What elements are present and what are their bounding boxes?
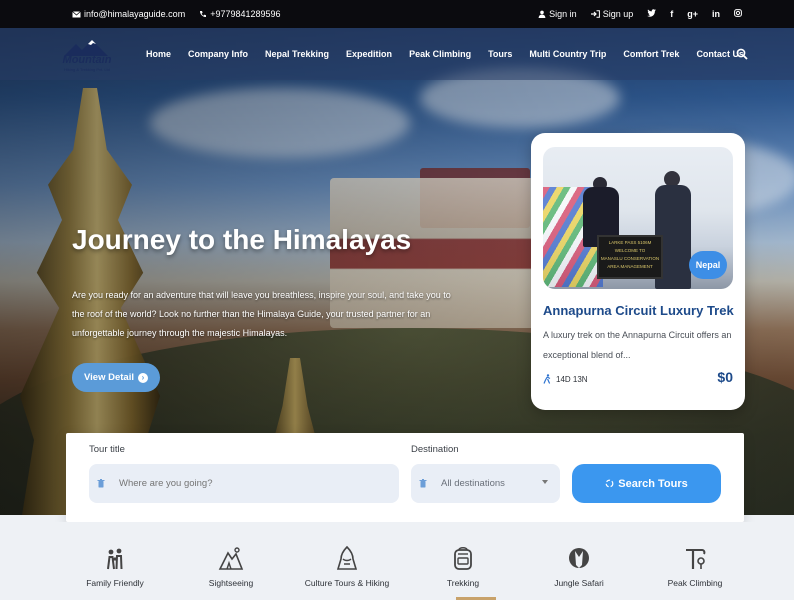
- category-label: Sightseeing: [208, 578, 254, 588]
- user-icon: [538, 10, 546, 18]
- category-peak-climbing[interactable]: Peak Climbing: [635, 522, 755, 600]
- email-text: info@himalayaguide.com: [84, 9, 186, 19]
- tour-description: A luxury trek on the Annapurna Circuit o…: [543, 330, 732, 360]
- sign-line-1: LARKE PASS 5106M: [608, 240, 652, 245]
- search-tours-label: Search Tours: [618, 477, 688, 490]
- nav-expedition[interactable]: Expedition: [346, 49, 392, 59]
- sign-up-label: Sign up: [602, 9, 634, 19]
- nav-peak-climbing[interactable]: Peak Climbing: [409, 49, 471, 59]
- trash-icon: [97, 479, 105, 488]
- phone-link[interactable]: +9779841289596: [199, 9, 281, 19]
- tour-photo: LARKE PASS 5106M WELCOME TO MANASLU CONS…: [543, 147, 733, 289]
- view-detail-button[interactable]: View Detail ›: [72, 363, 160, 392]
- hero-title: Journey to the Himalayas: [72, 224, 412, 255]
- duration-text: 14D 13N: [556, 374, 588, 384]
- nav-company-info[interactable]: Company Info: [188, 49, 248, 59]
- nav-tours[interactable]: Tours: [488, 49, 512, 59]
- category-label: Family Friendly: [86, 578, 144, 588]
- family-icon: [107, 548, 123, 570]
- top-bar-actions: Sign in Sign up f g+ in: [538, 0, 742, 28]
- tour-title-field[interactable]: [89, 464, 399, 503]
- hiker-icon: [543, 374, 551, 384]
- sign-line-4: AREA MANAGEMENT: [607, 264, 653, 269]
- country-badge: Nepal: [689, 251, 727, 279]
- category-sightseeing[interactable]: Sightseeing: [171, 522, 291, 600]
- facebook-icon[interactable]: f: [670, 9, 673, 19]
- nav-comfort-trek[interactable]: Comfort Trek: [623, 49, 679, 59]
- category-label: Culture Tours & Hiking: [304, 578, 390, 588]
- sign-in-label: Sign in: [549, 9, 577, 19]
- nav-home[interactable]: Home: [146, 49, 171, 59]
- logo[interactable]: Mountain Hiking & Trekking Pvt. Ltd: [56, 38, 116, 72]
- category-label: Jungle Safari: [554, 578, 604, 588]
- envelope-icon: [72, 10, 81, 17]
- destination-select[interactable]: All destinations: [411, 464, 560, 503]
- destination-label: Destination: [411, 444, 459, 455]
- spinner-icon: [605, 479, 614, 488]
- category-label: Trekking: [446, 578, 480, 588]
- tour-title[interactable]: Annapurna Circuit Luxury Trek: [543, 303, 738, 318]
- tour-card[interactable]: LARKE PASS 5106M WELCOME TO MANASLU CONS…: [531, 133, 745, 410]
- arrow-right-icon: ›: [138, 372, 148, 383]
- google-plus-icon[interactable]: g+: [687, 9, 698, 19]
- destination-value: All destinations: [441, 478, 505, 489]
- phone-text: +9779841289596: [210, 9, 281, 19]
- top-bar: info@himalayaguide.com +9779841289596 Si…: [0, 0, 794, 28]
- nav-multi-country-trip[interactable]: Multi Country Trip: [529, 49, 606, 59]
- main-menu: Home Company Info Nepal Trekking Expedit…: [146, 28, 761, 80]
- contact-info: info@himalayaguide.com +9779841289596: [72, 0, 281, 28]
- category-jungle-safari[interactable]: Jungle Safari: [519, 522, 639, 600]
- category-family-friendly[interactable]: Family Friendly: [55, 522, 175, 600]
- search-tours-button[interactable]: Search Tours: [572, 464, 721, 503]
- sign-up-link[interactable]: Sign up: [590, 9, 634, 19]
- logo-tagline: Hiking & Trekking Pvt. Ltd: [64, 67, 110, 72]
- sign-up-icon: [590, 10, 600, 18]
- pass-sign: LARKE PASS 5106M WELCOME TO MANASLU CONS…: [597, 235, 663, 279]
- main-header: Mountain Hiking & Trekking Pvt. Ltd Home…: [0, 28, 794, 80]
- search-icon[interactable]: [736, 48, 748, 60]
- instagram-icon[interactable]: [734, 9, 742, 19]
- trash-icon: [419, 479, 427, 488]
- sightseeing-icon: [218, 547, 244, 570]
- sign-line-2: WELCOME TO: [614, 248, 646, 253]
- hero-description: Are you ready for an adventure that will…: [72, 290, 451, 338]
- safari-icon: [569, 548, 589, 568]
- category-bar: Family Friendly Sightseeing Culture Tour…: [0, 522, 794, 600]
- phone-icon: [200, 11, 207, 18]
- backpack-icon: [454, 546, 472, 570]
- sign-in-link[interactable]: Sign in: [538, 9, 577, 19]
- sign-line-3: MANASLU CONSERVATION: [600, 256, 660, 261]
- tour-title-input[interactable]: [119, 478, 369, 489]
- chevron-down-icon: [542, 480, 548, 484]
- twitter-icon[interactable]: [647, 9, 657, 19]
- category-trekking[interactable]: Trekking: [403, 522, 523, 600]
- logo-name: Mountain: [62, 54, 112, 66]
- category-culture-tours[interactable]: Culture Tours & Hiking: [287, 522, 407, 600]
- ice-axe-icon: [686, 549, 706, 569]
- tour-duration: 14D 13N: [543, 374, 588, 384]
- category-label: Peak Climbing: [667, 578, 723, 588]
- tour-price: $0: [717, 369, 733, 385]
- search-panel: Tour title Destination All destinations …: [66, 433, 744, 522]
- linkedin-icon[interactable]: in: [712, 9, 720, 19]
- email-link[interactable]: info@himalayaguide.com: [72, 9, 185, 19]
- tour-title-label: Tour title: [89, 444, 125, 455]
- view-detail-label: View Detail: [84, 372, 134, 383]
- culture-icon: [336, 545, 358, 570]
- nav-nepal-trekking[interactable]: Nepal Trekking: [265, 49, 329, 59]
